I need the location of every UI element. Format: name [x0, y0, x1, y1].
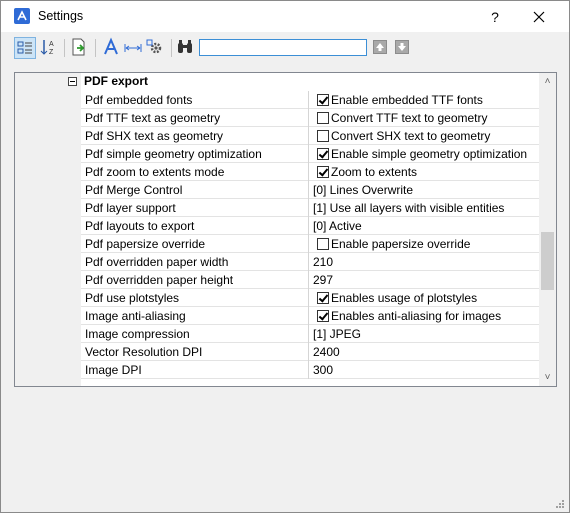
- toolbar: A Z: [9, 36, 561, 60]
- scroll-down-icon[interactable]: ˅: [539, 369, 556, 386]
- property-row[interactable]: Pdf layouts to export [0] Active: [81, 217, 539, 235]
- property-name: Image DPI: [85, 363, 142, 377]
- property-row[interactable]: Pdf embedded fonts Enable embedded TTF fo…: [81, 91, 539, 109]
- export-icon[interactable]: [69, 37, 91, 59]
- property-name: Pdf overridden paper height: [85, 273, 234, 287]
- arrow-up-icon[interactable]: [373, 40, 387, 54]
- property-name: Pdf use plotstyles: [85, 291, 180, 305]
- title-bar: Settings ?: [1, 1, 569, 32]
- property-name: Pdf Merge Control: [85, 183, 183, 197]
- property-value: Enable papersize override: [331, 237, 471, 251]
- property-row[interactable]: Vector Resolution DPI 2400: [81, 343, 539, 361]
- property-value[interactable]: [1] JPEG: [313, 327, 537, 341]
- property-checkbox[interactable]: [317, 130, 329, 142]
- property-name: Pdf embedded fonts: [85, 93, 193, 107]
- property-name: Pdf papersize override: [85, 237, 206, 251]
- binoculars-search-icon[interactable]: [175, 37, 197, 59]
- section-header-pdf-export[interactable]: PDF export: [15, 73, 539, 91]
- property-value: Enable embedded TTF fonts: [331, 93, 483, 107]
- property-name: Vector Resolution DPI: [85, 345, 203, 359]
- property-row[interactable]: Image compression [1] JPEG: [81, 325, 539, 343]
- property-value: Convert TTF text to geometry: [331, 111, 488, 125]
- property-value[interactable]: [0] Active: [313, 219, 537, 233]
- app-settings-icon[interactable]: [101, 37, 123, 59]
- property-row[interactable]: Image DPI 300: [81, 361, 539, 379]
- svg-text:A: A: [49, 41, 54, 48]
- help-button[interactable]: ?: [477, 4, 513, 30]
- property-name: Image compression: [85, 327, 190, 341]
- close-icon[interactable]: [521, 4, 557, 30]
- property-name: Pdf layouts to export: [85, 219, 195, 233]
- property-row[interactable]: Image anti-aliasing Enables anti-aliasing…: [81, 307, 539, 325]
- property-checkbox[interactable]: [317, 292, 329, 304]
- property-value[interactable]: [0] Lines Overwrite: [313, 183, 537, 197]
- settings-dialog: Settings ? A Z PDF export Pdf embedded f…: [0, 0, 570, 513]
- scroll-up-icon[interactable]: ˄: [539, 73, 556, 90]
- property-value: Zoom to extents: [331, 165, 418, 179]
- property-name: Pdf simple geometry optimization: [85, 147, 262, 161]
- property-row[interactable]: Pdf layer support [1] Use all layers with…: [81, 199, 539, 217]
- property-name: Image anti-aliasing: [85, 309, 186, 323]
- search-input[interactable]: [199, 39, 367, 56]
- property-row[interactable]: Pdf SHX text as geometry Convert SHX text…: [81, 127, 539, 145]
- property-checkbox[interactable]: [317, 94, 329, 106]
- property-row[interactable]: Pdf simple geometry optimization Enable s…: [81, 145, 539, 163]
- scroll-thumb[interactable]: [541, 232, 554, 290]
- window-title: Settings: [38, 9, 84, 23]
- property-name: Pdf SHX text as geometry: [85, 129, 224, 143]
- app-logo-icon: [14, 8, 30, 24]
- property-value: Enable simple geometry optimization: [331, 147, 528, 161]
- property-checkbox[interactable]: [317, 310, 329, 322]
- property-value[interactable]: 300: [313, 363, 537, 377]
- property-grid: PDF export Pdf embedded fonts Enable embe…: [14, 72, 557, 387]
- property-checkbox[interactable]: [317, 148, 329, 160]
- property-value: Enables anti-aliasing for images: [331, 309, 502, 323]
- property-row[interactable]: Pdf papersize override Enable papersize o…: [81, 235, 539, 253]
- property-name: Pdf overridden paper width: [85, 255, 229, 269]
- property-row[interactable]: Pdf zoom to extents mode Zoom to extents: [81, 163, 539, 181]
- categorized-view-icon[interactable]: [14, 37, 36, 59]
- property-checkbox[interactable]: [317, 166, 329, 178]
- property-value: Convert SHX text to geometry: [331, 129, 491, 143]
- gear-settings-icon[interactable]: [145, 37, 167, 59]
- property-row[interactable]: Pdf use plotstyles Enables usage of plots…: [81, 289, 539, 307]
- property-checkbox[interactable]: [317, 112, 329, 124]
- svg-text:Z: Z: [49, 49, 54, 56]
- property-checkbox[interactable]: [317, 238, 329, 250]
- property-value[interactable]: 210: [313, 255, 537, 269]
- property-value[interactable]: 297: [313, 273, 537, 287]
- property-value: Enables usage of plotstyles: [331, 291, 478, 305]
- property-row[interactable]: Pdf Merge Control [0] Lines Overwrite: [81, 181, 539, 199]
- property-value[interactable]: 2400: [313, 345, 537, 359]
- property-name: Pdf layer support: [85, 201, 176, 215]
- property-row[interactable]: Pdf overridden paper width 210: [81, 253, 539, 271]
- section-title: PDF export: [84, 74, 149, 88]
- dimension-icon[interactable]: [123, 37, 145, 59]
- property-row[interactable]: Pdf TTF text as geometry Convert TTF text…: [81, 109, 539, 127]
- resize-grip-icon[interactable]: [553, 497, 565, 509]
- property-name: Pdf TTF text as geometry: [85, 111, 221, 125]
- property-value[interactable]: [1] Use all layers with visible entities: [313, 201, 537, 215]
- property-row[interactable]: Pdf overridden paper height 297: [81, 271, 539, 289]
- collapse-icon[interactable]: [68, 77, 77, 86]
- vertical-scrollbar[interactable]: ˄ ˅: [539, 73, 556, 386]
- property-name: Pdf zoom to extents mode: [85, 165, 225, 179]
- arrow-down-icon[interactable]: [395, 40, 409, 54]
- alphabetical-sort-icon[interactable]: A Z: [38, 37, 60, 59]
- grid-gutter: [15, 73, 81, 386]
